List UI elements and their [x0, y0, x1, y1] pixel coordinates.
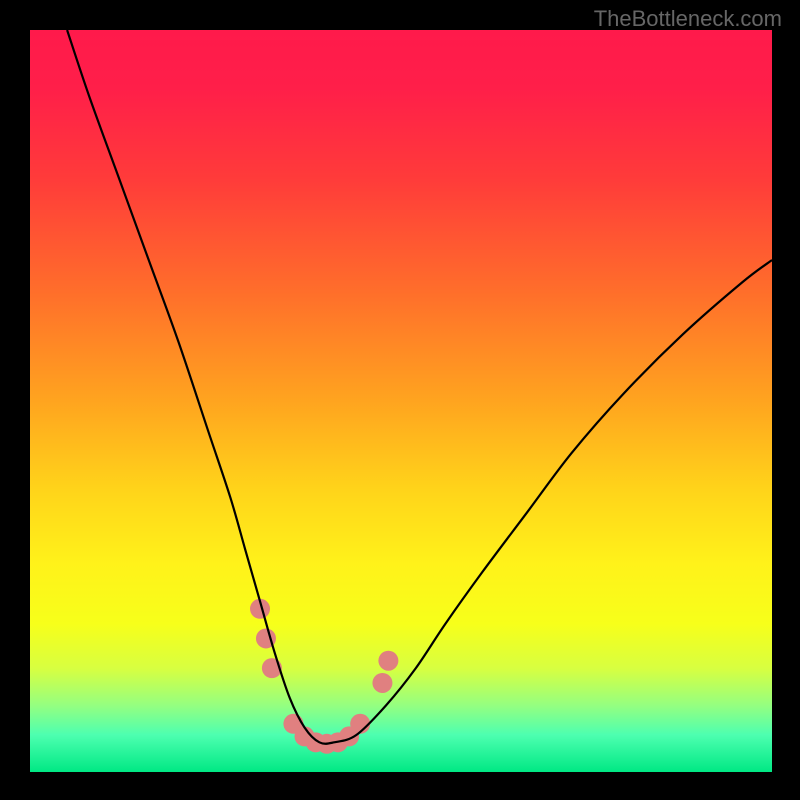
chart-markers — [250, 599, 398, 754]
chart-marker — [372, 673, 392, 693]
chart-marker — [378, 651, 398, 671]
chart-plot-area — [30, 30, 772, 772]
bottleneck-curve — [67, 30, 772, 744]
chart-curve-layer — [30, 30, 772, 772]
watermark-text: TheBottleneck.com — [594, 6, 782, 32]
